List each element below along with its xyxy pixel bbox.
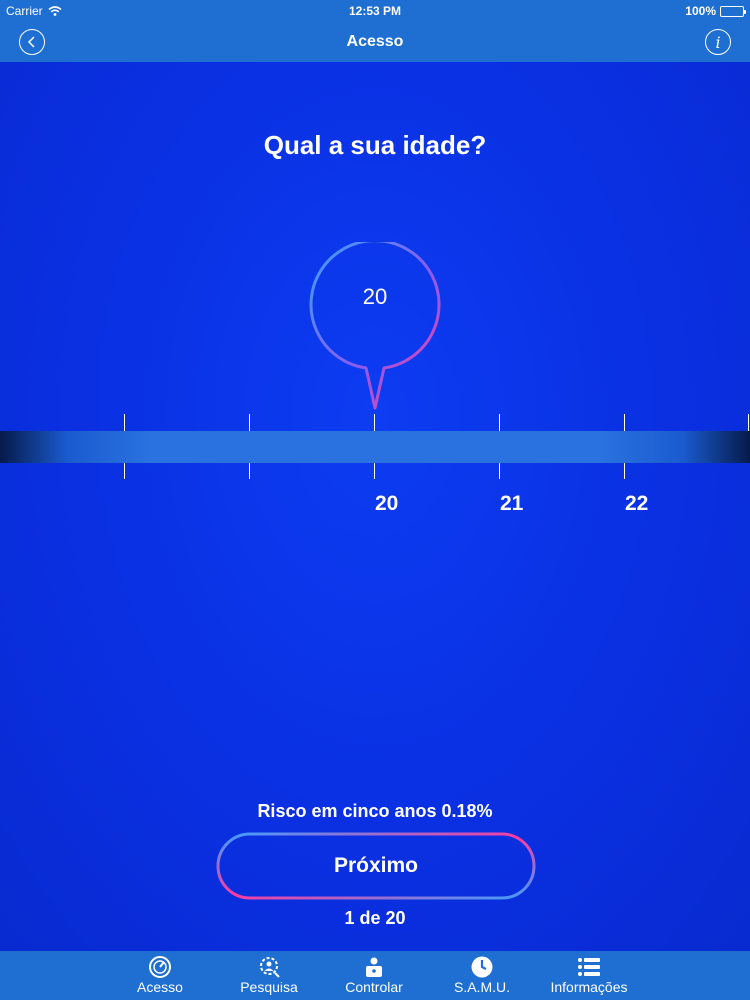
ruler-tick: [499, 414, 500, 431]
risk-text: Risco em cinco anos 0.18%: [257, 801, 493, 821]
ruler-track[interactable]: [0, 431, 750, 463]
ruler-label: 21: [500, 492, 524, 515]
status-bar: Carrier 12:53 PM 100%: [0, 0, 750, 22]
page-title: Acesso: [346, 33, 404, 50]
tab-bar: Acesso Pesquisa Controlar S.A.M.U. Infor…: [0, 951, 750, 1000]
bubble-outline: [309, 239, 441, 410]
info-icon: i: [715, 32, 721, 52]
tab-pesquisa[interactable]: Pesquisa: [224, 955, 314, 995]
age-ruler-slider[interactable]: [0, 414, 750, 484]
navigation-bar: Acesso i: [0, 22, 750, 62]
ruler-tick: [499, 463, 500, 479]
info-button[interactable]: i: [705, 29, 731, 55]
question-title: Qual a sua idade?: [263, 130, 487, 160]
next-button-label: Próximo: [333, 854, 419, 877]
next-button[interactable]: Próximo: [216, 832, 536, 900]
search-person-icon: [260, 957, 280, 978]
ruler-tick: [249, 414, 250, 431]
tab-label: Controlar: [345, 979, 403, 995]
page-indicator: 1 de 20: [344, 908, 406, 928]
main-content: Qual a sua idade? 20 20 21 22 Risco em c…: [0, 62, 750, 951]
tab-label: S.A.M.U.: [453, 979, 510, 995]
selected-age-value: 20: [362, 284, 388, 309]
ruler-tick: [124, 414, 125, 431]
ruler-label: 20: [375, 492, 399, 515]
ruler-tick: [124, 463, 125, 479]
tab-label: Informações: [550, 979, 628, 995]
list-icon: [578, 958, 600, 976]
tab-controlar[interactable]: Controlar: [329, 955, 419, 995]
battery-icon: [720, 5, 746, 17]
ruler-tick: [748, 414, 749, 431]
ruler-tick: [624, 414, 625, 431]
tab-label: Acesso: [137, 979, 183, 995]
person-lock-icon: [366, 957, 382, 977]
battery-percent: 100%: [685, 4, 716, 18]
clock-icon: [471, 956, 493, 978]
ruler-tick: [249, 463, 250, 479]
ruler-tick: [374, 414, 375, 431]
tab-label: Pesquisa: [240, 979, 298, 995]
tab-acesso[interactable]: Acesso: [115, 955, 205, 995]
value-bubble: 20: [308, 239, 442, 412]
clock-time: 12:53 PM: [348, 4, 402, 18]
ruler-label: 22: [625, 492, 649, 515]
ruler-tick: [624, 463, 625, 479]
gauge-icon: [149, 956, 171, 978]
tab-samu[interactable]: S.A.M.U.: [437, 955, 527, 995]
ruler-tick: [374, 463, 375, 479]
battery-status: 100%: [685, 4, 746, 18]
tab-informacoes[interactable]: Informações: [544, 955, 634, 995]
